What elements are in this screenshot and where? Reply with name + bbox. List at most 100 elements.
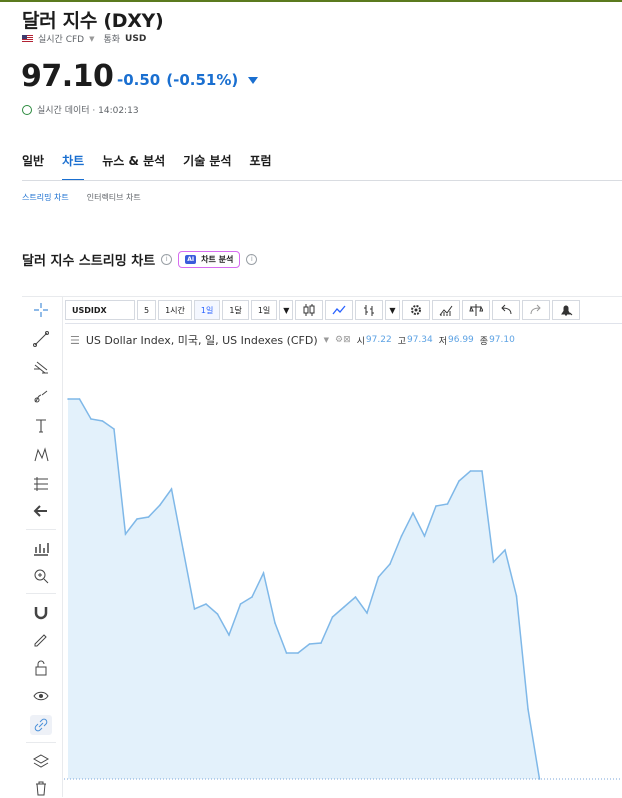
data-point [136, 518, 138, 520]
back-arrow-icon[interactable] [30, 501, 52, 521]
data-point [182, 548, 184, 550]
data-point [527, 708, 529, 710]
bars-icon[interactable] [355, 300, 384, 320]
section-title: 달러 지수 스트리밍 차트 [22, 254, 156, 269]
status-text: 실시간 데이터 · 14:02:13 [37, 106, 139, 116]
chevron-down-icon-2[interactable]: ▼ [385, 300, 400, 320]
data-point [400, 535, 403, 537]
tab-technical[interactable]: 기술 분석 [183, 152, 231, 181]
subtab-interactive[interactable]: 인터렉티브 차트 [87, 192, 141, 203]
data-point [285, 652, 288, 654]
data-point [101, 420, 104, 422]
data-point [193, 608, 196, 610]
last-price: 97.10 [21, 59, 114, 94]
data-point [262, 572, 265, 574]
ai-badge: AI [185, 255, 197, 264]
currency-value: USD [125, 33, 147, 44]
data-point [124, 533, 127, 535]
interval-1mo[interactable]: 1달 [222, 300, 249, 320]
data-point [343, 606, 345, 608]
area-chart-icon[interactable] [325, 300, 354, 320]
gear-icon[interactable] [401, 300, 430, 320]
redo-icon[interactable] [521, 300, 550, 320]
data-point [113, 428, 115, 430]
data-point [446, 503, 449, 505]
ai-button-label: 차트 분석 [201, 255, 234, 264]
price-chart[interactable] [64, 324, 622, 797]
text-icon[interactable] [30, 416, 52, 436]
data-point [469, 470, 472, 472]
data-point [412, 512, 414, 514]
pattern-icon[interactable] [30, 445, 52, 465]
candles-icon[interactable] [295, 300, 324, 320]
data-point [331, 616, 334, 618]
main-nav: 일반 차트 뉴스 & 분석 기술 분석 포럼 [22, 152, 272, 181]
measure-icon[interactable] [30, 474, 52, 494]
quote-meta: 실시간 CFD ▼ 통화 USD [22, 32, 146, 45]
data-point [205, 603, 207, 605]
info-icon-2[interactable]: i [246, 254, 258, 265]
compare-icon[interactable] [461, 300, 490, 320]
alert-icon[interactable] [551, 300, 580, 320]
page-title: 달러 지수 (DXY) [22, 10, 164, 32]
trendline-icon[interactable] [30, 329, 52, 349]
unlock-icon[interactable] [30, 658, 52, 678]
nav-divider [22, 180, 622, 181]
data-point [170, 488, 173, 490]
data-point [423, 535, 426, 537]
drawing-toolbar [22, 296, 63, 797]
data-point [251, 596, 253, 598]
lock-pencil-icon[interactable] [30, 630, 52, 650]
source-label[interactable]: 실시간 CFD [38, 32, 84, 45]
data-point [159, 504, 161, 506]
tool-divider-3 [26, 742, 56, 743]
interval-1h[interactable]: 1시간 [158, 300, 192, 320]
chart-section-header: 달러 지수 스트리밍 차트 i AI 차트 분석 i [22, 250, 258, 269]
interval-5m[interactable]: 5 [137, 300, 157, 320]
change-percent: (-0.51%) [166, 71, 239, 89]
eye-icon[interactable] [30, 686, 52, 706]
magnet-icon[interactable] [30, 602, 52, 622]
interval-dropdown[interactable]: 1일 [250, 300, 278, 320]
tab-forum[interactable]: 포럼 [250, 152, 272, 181]
info-icon[interactable]: i [161, 254, 173, 265]
price-change: -0.50 (-0.51%) [117, 71, 259, 89]
area-fill [68, 399, 540, 779]
indicators-icon[interactable] [431, 300, 460, 320]
us-flag-icon [22, 34, 33, 43]
data-point [354, 596, 357, 598]
tab-news[interactable]: 뉴스 & 분석 [102, 152, 165, 181]
data-point [515, 595, 518, 597]
layers-icon[interactable] [30, 751, 52, 771]
tab-overview[interactable]: 일반 [22, 152, 44, 181]
fib-icon[interactable] [30, 358, 52, 378]
realtime-status: 실시간 데이터 · 14:02:13 [22, 103, 139, 116]
undo-icon[interactable] [491, 300, 520, 320]
tool-divider [26, 529, 56, 530]
trash-icon[interactable] [30, 778, 52, 798]
crosshair-icon[interactable] [30, 300, 52, 320]
data-point [492, 561, 495, 563]
clock-icon [22, 104, 32, 115]
data-point [366, 612, 368, 614]
interval-1d[interactable]: 1일 [193, 300, 221, 320]
data-point [308, 643, 311, 645]
tab-chart[interactable]: 차트 [62, 152, 85, 181]
tool-divider-2 [26, 593, 56, 594]
brush-icon[interactable] [30, 387, 52, 407]
link-icon[interactable] [30, 715, 52, 735]
data-point [78, 398, 81, 400]
symbol-input[interactable]: USDIDX [65, 300, 135, 320]
data-point [377, 576, 380, 578]
chart-icon[interactable] [30, 538, 52, 558]
data-point [67, 398, 69, 400]
zoom-icon[interactable] [30, 566, 52, 586]
subtab-streaming[interactable]: 스트리밍 차트 [22, 192, 69, 203]
ai-chart-analysis-button[interactable]: AI 차트 분석 [178, 251, 241, 268]
data-point [216, 613, 219, 615]
top-accent-line [0, 0, 622, 2]
data-point [297, 652, 299, 654]
data-point [481, 470, 483, 472]
chevron-down-icon[interactable]: ▼ [279, 300, 294, 320]
down-arrow-icon [248, 76, 259, 84]
